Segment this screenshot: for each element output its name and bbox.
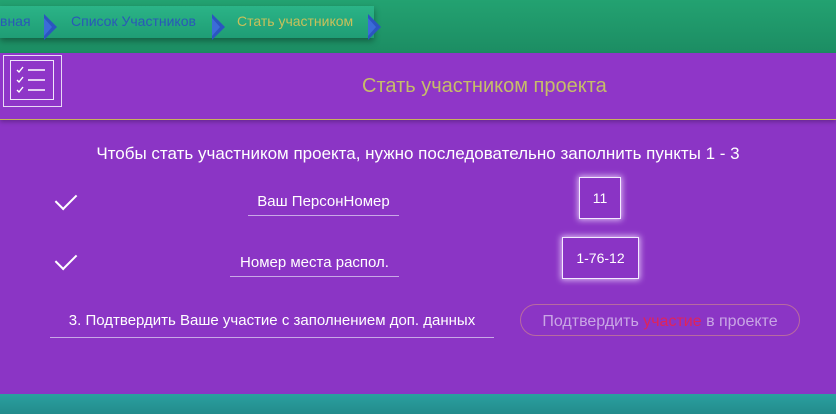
instructions-text: Чтобы стать участником проекта, нужно по…	[96, 144, 740, 163]
step3-label: 3. Подтвердить Ваше участие с заполнение…	[50, 307, 494, 338]
page-title: Стать участником проекта	[362, 75, 607, 97]
person-number-label: Ваш ПерсонНомер	[248, 189, 399, 216]
bottom-bar	[0, 394, 836, 414]
breadcrumb-home[interactable]: вная	[0, 6, 31, 38]
checkmark-icon	[54, 247, 78, 271]
chevron-right-icon	[368, 14, 381, 40]
checklist-icon	[3, 55, 62, 107]
breadcrumb-participants-list[interactable]: Список Участников	[71, 6, 196, 38]
chevron-right-icon	[44, 14, 57, 40]
chevron-right-icon	[212, 14, 225, 40]
confirm-label-start: Подтвердить	[542, 313, 644, 330]
location-number-value[interactable]: 1-76-12	[562, 237, 639, 279]
confirm-label-end: в проекте	[701, 313, 778, 330]
location-number-label: Номер места распол.	[230, 250, 399, 277]
breadcrumb-become-participant[interactable]: Стать участником	[237, 6, 353, 38]
breadcrumb: вная Список Участников Стать участником	[0, 6, 381, 40]
panel-header: Стать участником проекта	[0, 53, 836, 120]
confirm-label-highlight: участие	[643, 313, 702, 330]
main-panel: Стать участником проекта Чтобы стать уча…	[0, 53, 836, 394]
confirm-participation-button[interactable]: Подтвердить участие в проекте	[520, 304, 800, 336]
top-bar: вная Список Участников Стать участником	[0, 0, 836, 53]
person-number-value[interactable]: 11	[579, 177, 621, 219]
checkmark-icon	[54, 187, 78, 211]
